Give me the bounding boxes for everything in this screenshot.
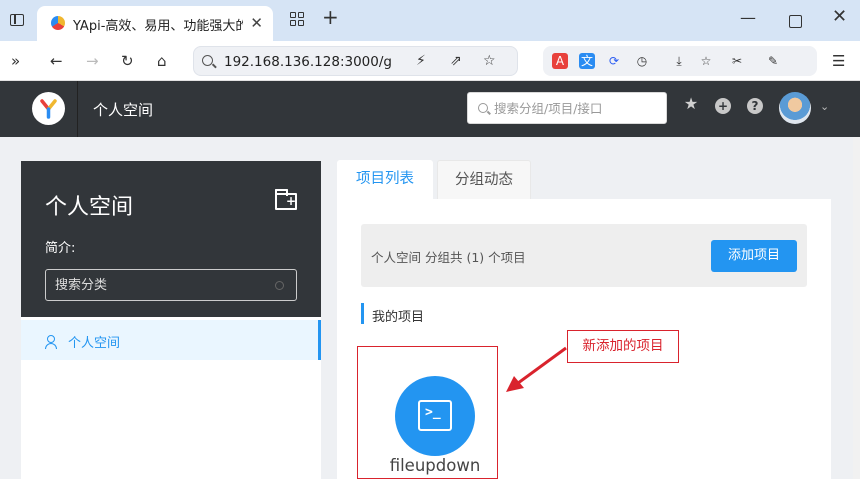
sync-extension-icon[interactable]: ⟳ xyxy=(606,53,622,69)
page-scrollbar[interactable] xyxy=(853,137,860,479)
lightning-icon[interactable]: ⚡ xyxy=(416,53,426,69)
pen-icon[interactable]: ✎ xyxy=(765,53,781,69)
browser-tab-title: YApi-高效、易用、功能强大的可视化接口管理平台 xyxy=(73,19,243,34)
address-bar[interactable]: 192.168.136.128:3000/g ⚡ ⇗ ☆ xyxy=(193,46,518,76)
group-desc-label: 简介: xyxy=(45,241,76,256)
history-icon[interactable]: ◷ xyxy=(634,53,650,69)
tab-groups-icon[interactable] xyxy=(290,12,306,28)
category-search-icon xyxy=(275,281,284,290)
url-search-icon xyxy=(202,55,213,66)
back-icon[interactable]: ← xyxy=(50,52,63,70)
project-card-logo[interactable]: >_ xyxy=(395,376,475,456)
browser-toolbar: » ← → ↻ ⌂ 192.168.136.128:3000/g ⚡ ⇗ ☆ A… xyxy=(0,41,860,81)
group-menu-item-personal[interactable]: 个人空间 xyxy=(21,320,321,360)
minimize-button[interactable]: — xyxy=(740,10,756,26)
window-close-button[interactable]: ✕ xyxy=(832,8,847,26)
add-folder-icon[interactable] xyxy=(275,189,297,210)
translate-extension-icon[interactable]: 文 xyxy=(579,53,595,69)
chevron-down-icon[interactable]: ⌄ xyxy=(820,100,829,113)
search-icon xyxy=(478,103,488,113)
bookmark-star-icon[interactable]: ☆ xyxy=(483,53,496,69)
my-projects-title: 我的项目 xyxy=(372,310,425,325)
project-summary: 个人空间 分组共 (1) 个项目 添加项目 xyxy=(361,224,807,287)
reload-icon[interactable]: ↻ xyxy=(121,52,134,70)
extensions-bar: A 文 ⟳ ◷ ⤓ ☆ ✂ ✎ xyxy=(543,46,817,76)
tab-project-list[interactable]: 项目列表 xyxy=(337,160,433,199)
tab-close-icon[interactable]: ✕ xyxy=(250,14,263,32)
add-circle-icon[interactable]: + xyxy=(715,98,731,114)
group-panel: 个人空间 简介: 个人空间 xyxy=(21,161,321,479)
global-search[interactable] xyxy=(467,92,667,124)
yapi-logo-icon[interactable] xyxy=(32,92,65,125)
tab-group-activity[interactable]: 分组动态 xyxy=(437,160,531,199)
chevrons-right-icon[interactable]: » xyxy=(11,52,20,70)
annotation-callout: 新添加的项目 xyxy=(567,330,679,363)
user-icon xyxy=(45,335,57,349)
group-menu-item-label: 个人空间 xyxy=(68,336,121,351)
avatar[interactable] xyxy=(779,92,811,124)
group-name: 个人空间 xyxy=(45,195,134,220)
terminal-icon: >_ xyxy=(418,400,452,431)
add-project-button[interactable]: 添加项目 xyxy=(711,240,797,272)
pdf-extension-icon[interactable]: A xyxy=(552,53,568,69)
app-header: 个人空间 ★ + ? ⌄ xyxy=(0,81,860,137)
category-search-input[interactable] xyxy=(55,277,275,294)
header-divider xyxy=(77,81,78,137)
yapi-favicon-icon xyxy=(51,16,65,30)
global-search-input[interactable] xyxy=(494,99,659,117)
url-text[interactable]: 192.168.136.128:3000/g xyxy=(224,54,392,70)
project-count-text: 个人空间 分组共 (1) 个项目 xyxy=(371,250,526,265)
star-icon[interactable]: ★ xyxy=(683,96,699,112)
forward-icon[interactable]: → xyxy=(86,52,99,70)
share-icon[interactable]: ⇗ xyxy=(450,53,462,69)
new-tab-button[interactable]: + xyxy=(322,7,339,27)
maximize-button[interactable] xyxy=(789,15,802,28)
browser-tabbar: YApi-高效、易用、功能强大的可视化接口管理平台 ✕ + — ✕ xyxy=(0,0,860,41)
browser-tab-active[interactable]: YApi-高效、易用、功能强大的可视化接口管理平台 ✕ xyxy=(37,6,273,41)
project-name[interactable]: fileupdown xyxy=(347,456,523,475)
sidebar-toggle-icon[interactable] xyxy=(10,14,24,26)
section-marker xyxy=(361,303,364,324)
menu-icon[interactable]: ☰ xyxy=(832,52,845,70)
category-search[interactable] xyxy=(45,269,297,301)
group-info: 个人空间 简介: xyxy=(21,161,321,317)
page-title: 个人空间 xyxy=(93,101,154,119)
home-icon[interactable]: ⌂ xyxy=(157,52,167,70)
help-icon[interactable]: ? xyxy=(747,98,763,114)
download-icon[interactable]: ⤓ xyxy=(671,53,687,69)
favorites-icon[interactable]: ☆ xyxy=(698,53,714,69)
annotation-arrow-icon xyxy=(506,346,567,392)
screenshot-icon[interactable]: ✂ xyxy=(729,53,745,69)
